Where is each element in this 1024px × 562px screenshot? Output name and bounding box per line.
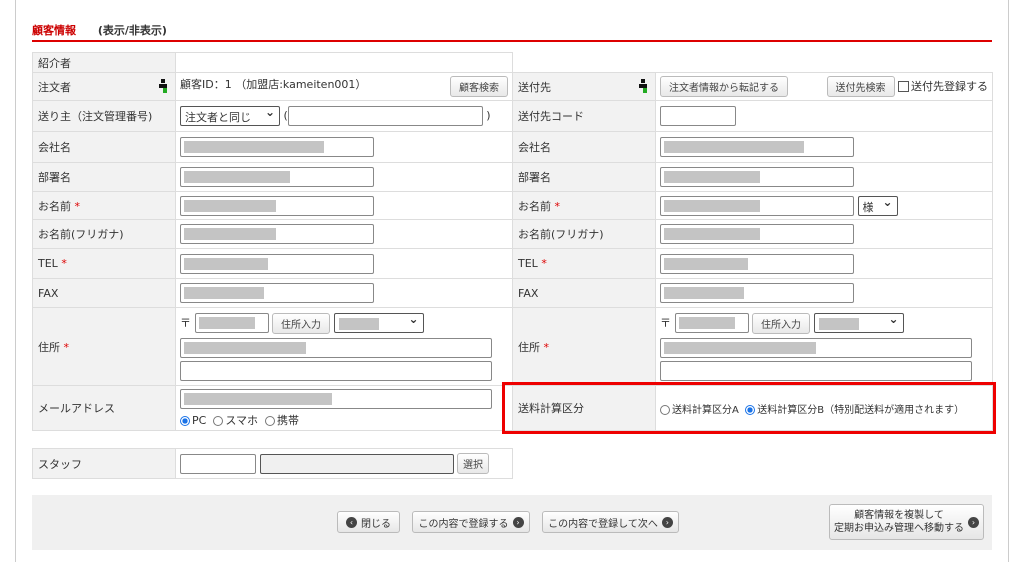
dest-prefecture-select[interactable] bbox=[813, 312, 904, 333]
prefecture-select[interactable] bbox=[333, 312, 424, 333]
person-icon[interactable] bbox=[159, 79, 169, 93]
copy-from-orderer-button[interactable]: 注文者情報から転記する bbox=[660, 76, 788, 97]
staff-select-button[interactable]: 選択 bbox=[457, 453, 489, 474]
dest-register-checkbox[interactable]: 送付先登録する bbox=[898, 80, 988, 93]
register-button[interactable]: この内容で登録する › bbox=[412, 511, 530, 533]
order-number-input[interactable] bbox=[287, 106, 483, 126]
label-tel: TEL bbox=[38, 257, 58, 270]
staff-code-input[interactable] bbox=[180, 453, 256, 474]
label-address: 住所 bbox=[518, 340, 540, 354]
label-name: お名前 bbox=[38, 199, 71, 213]
label-address: 住所 bbox=[38, 340, 60, 354]
highlight-box bbox=[502, 382, 996, 434]
required-mark: * bbox=[63, 340, 70, 354]
footer-bar: ‹ 閉じる この内容で登録する › この内容で登録して次へ › 顧客情報を複製して 定期… bbox=[32, 495, 992, 550]
chevron-right-icon: › bbox=[968, 516, 979, 528]
label-dest: 送付先 bbox=[518, 80, 551, 94]
required-mark: * bbox=[61, 257, 67, 270]
required-mark: * bbox=[74, 199, 81, 213]
label-dept: 部署名 bbox=[38, 171, 71, 184]
register-next-button[interactable]: この内容で登録して次へ › bbox=[542, 511, 679, 533]
dest-search-button[interactable]: 送付先検索 bbox=[826, 76, 895, 97]
dest-address1-input[interactable] bbox=[660, 337, 972, 358]
chevron-left-icon: ‹ bbox=[346, 516, 357, 528]
label-staff: スタッフ bbox=[38, 457, 82, 471]
email-type-smartphone[interactable]: スマホ bbox=[213, 414, 258, 427]
dest-name-input[interactable] bbox=[660, 195, 854, 216]
person-icon[interactable] bbox=[639, 79, 649, 93]
dest-tel-input[interactable] bbox=[660, 253, 854, 274]
label-kana: お名前(フリガナ) bbox=[38, 228, 124, 241]
customer-search-button[interactable]: 顧客検索 bbox=[450, 76, 508, 97]
label-sender: 送り主（注文管理番号) bbox=[38, 110, 153, 123]
destination-table: 送付先 注文者情報から転記する 送付先検索 送付先登録する 送付先コード 会社名… bbox=[512, 72, 993, 431]
label-referrer: 紹介者 bbox=[38, 56, 71, 70]
fax-input[interactable] bbox=[180, 283, 374, 303]
honorific-select[interactable]: 様 bbox=[857, 195, 898, 216]
close-button[interactable]: ‹ 閉じる bbox=[337, 511, 400, 533]
zip-mark: 〒 bbox=[660, 316, 671, 329]
label-kana: お名前(フリガナ) bbox=[518, 228, 604, 241]
staff-name-field bbox=[259, 453, 454, 474]
company-input[interactable] bbox=[180, 137, 374, 157]
dest-company-input[interactable] bbox=[660, 137, 854, 157]
email-type-pc[interactable]: PC bbox=[180, 414, 206, 427]
dest-code-input[interactable] bbox=[660, 106, 736, 126]
dest-dept-input[interactable] bbox=[660, 167, 854, 187]
dept-input[interactable] bbox=[180, 167, 374, 187]
address-lookup-button[interactable]: 住所入力 bbox=[272, 312, 330, 334]
required-mark: * bbox=[541, 257, 547, 270]
email-input[interactable] bbox=[180, 388, 492, 409]
dest-kana-input[interactable] bbox=[660, 224, 854, 244]
sender-select[interactable]: 注文者と同じ bbox=[180, 105, 280, 126]
dest-address2-input[interactable] bbox=[660, 360, 972, 381]
label-email: メールアドレス bbox=[38, 402, 115, 415]
toggle-visibility-link[interactable]: (表示/非表示) bbox=[98, 24, 167, 37]
email-type-mobile[interactable]: 携帯 bbox=[265, 414, 299, 427]
label-name: お名前 bbox=[518, 199, 551, 213]
orderer-table: 紹介者 注文者 顧客ID：1 （加盟店:kameiten001） 顧客検索 送り主… bbox=[32, 52, 513, 431]
address1-input[interactable] bbox=[180, 337, 492, 358]
divider bbox=[32, 40, 992, 42]
frame-left bbox=[15, 0, 16, 562]
dest-zip-input[interactable] bbox=[674, 313, 749, 333]
dest-fax-input[interactable] bbox=[660, 283, 854, 303]
name-input[interactable] bbox=[180, 195, 374, 216]
label-tel: TEL bbox=[518, 257, 538, 270]
zip-mark: 〒 bbox=[180, 316, 191, 329]
staff-table: スタッフ 選択 bbox=[32, 448, 513, 479]
chevron-right-icon: › bbox=[512, 516, 524, 528]
label-orderer: 注文者 bbox=[38, 80, 71, 94]
kana-input[interactable] bbox=[180, 224, 374, 244]
address2-input[interactable] bbox=[180, 360, 492, 381]
copy-to-subscription-button[interactable]: 顧客情報を複製して 定期お申込み管理へ移動する › bbox=[829, 504, 984, 540]
required-mark: * bbox=[543, 340, 550, 354]
chevron-right-icon: › bbox=[661, 516, 673, 528]
label-dept: 部署名 bbox=[518, 171, 551, 184]
label-fax: FAX bbox=[38, 286, 59, 300]
required-mark: * bbox=[554, 199, 561, 213]
label-company: 会社名 bbox=[38, 141, 71, 154]
section-title: 顧客情報 bbox=[32, 24, 76, 37]
tel-input[interactable] bbox=[180, 253, 374, 274]
label-company: 会社名 bbox=[518, 141, 551, 154]
frame-right bbox=[1008, 0, 1009, 562]
zip-input[interactable] bbox=[194, 313, 269, 333]
paren: ) bbox=[486, 109, 491, 122]
label-fax: FAX bbox=[518, 286, 539, 300]
dest-address-lookup-button[interactable]: 住所入力 bbox=[752, 312, 810, 334]
section-header: 顧客情報 (表示/非表示) bbox=[32, 22, 167, 38]
label-dest-code: 送付先コード bbox=[518, 110, 584, 123]
customer-id: 顧客ID：1 （加盟店:kameiten001） bbox=[180, 78, 367, 91]
